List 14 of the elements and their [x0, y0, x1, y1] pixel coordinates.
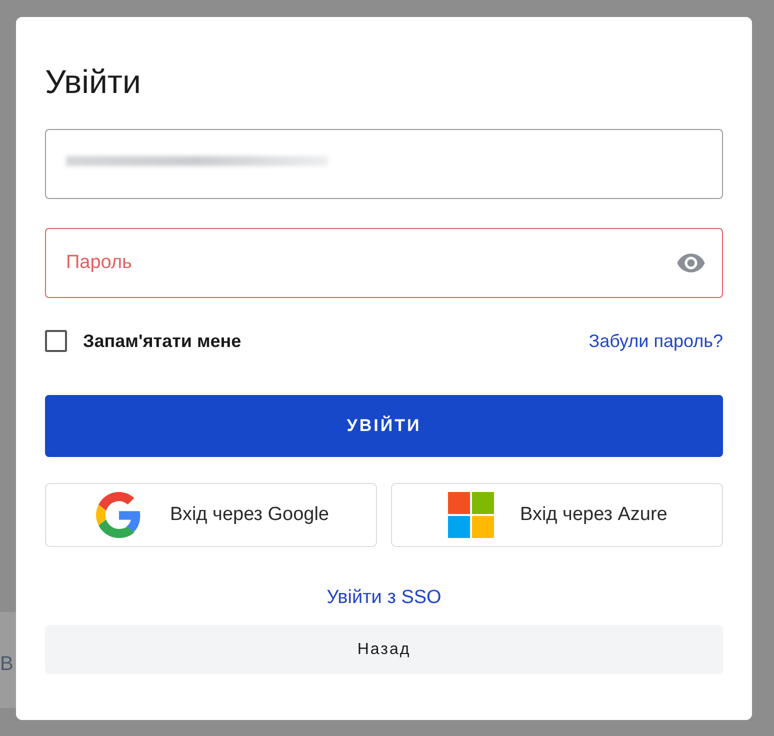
- google-g-icon: [96, 492, 142, 538]
- remember-checkbox[interactable]: [45, 330, 67, 352]
- remember-label: Запам'ятати мене: [83, 330, 242, 352]
- four-squares-icon: [448, 492, 494, 538]
- azure-login-button[interactable]: Вхід через Azure: [391, 483, 723, 547]
- google-login-button[interactable]: Вхід через Google: [45, 483, 377, 547]
- email-field[interactable]: [45, 129, 723, 199]
- password-field[interactable]: Пароль: [45, 228, 723, 298]
- login-button[interactable]: УВІЙТИ: [45, 395, 723, 457]
- sso-link[interactable]: Увійти з SSO: [326, 587, 442, 609]
- backdrop-text: В: [0, 652, 14, 676]
- dialog-title: Увійти: [45, 62, 141, 102]
- forgot-password-link[interactable]: Забули пароль?: [588, 330, 723, 352]
- back-button[interactable]: Назад: [45, 625, 723, 674]
